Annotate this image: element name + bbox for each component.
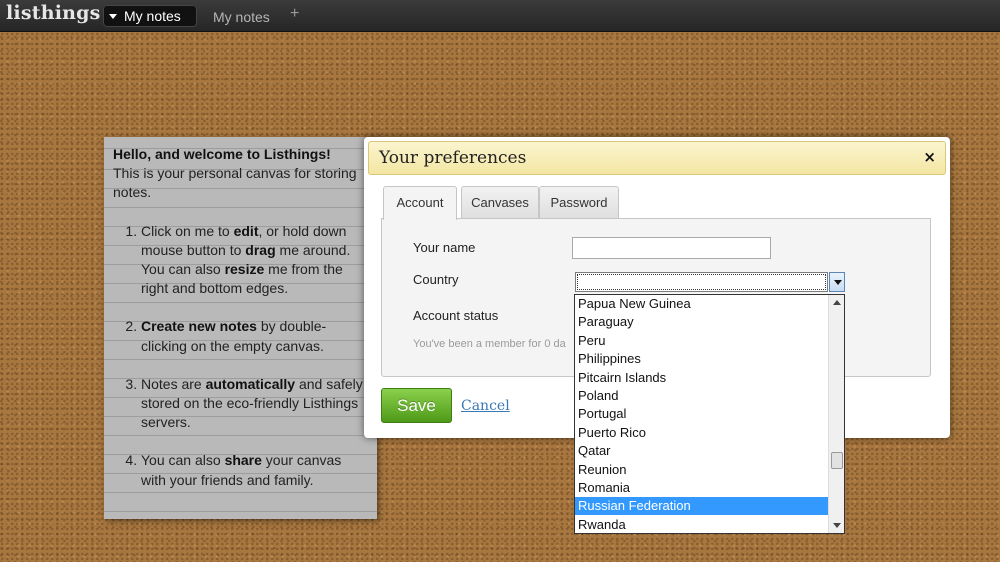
close-icon[interactable]: ×: [923, 148, 936, 166]
note-list-item: You can also share your canvas with your…: [141, 451, 368, 489]
country-option[interactable]: Paraguay: [575, 313, 828, 331]
welcome-note[interactable]: Hello, and welcome to Listhings! This is…: [104, 137, 377, 519]
dropdown-scrollbar[interactable]: [828, 295, 844, 533]
country-option[interactable]: Reunion: [575, 461, 828, 479]
app-logo[interactable]: listhings: [6, 2, 101, 24]
dialog-header: Your preferences ×: [368, 141, 946, 175]
top-bar: listhings My notes My notes +: [0, 0, 1000, 32]
active-canvas-tab[interactable]: My notes: [103, 5, 197, 27]
tab-password[interactable]: Password: [539, 186, 619, 219]
cancel-link[interactable]: Cancel: [461, 398, 510, 414]
note-list-item: Notes are automatically and safely store…: [141, 375, 368, 433]
dialog-title: Your preferences: [379, 148, 527, 168]
country-option[interactable]: Puerto Rico: [575, 424, 828, 442]
country-option[interactable]: Peru: [575, 332, 828, 350]
scroll-up-icon[interactable]: [833, 300, 841, 305]
country-option[interactable]: Philippines: [575, 350, 828, 368]
country-dropdown-list[interactable]: Papua New Guinea Paraguay Peru Philippin…: [574, 294, 845, 534]
membership-text: You've been a member for 0 da: [413, 338, 566, 350]
country-option[interactable]: Portugal: [575, 405, 828, 423]
country-option[interactable]: Papua New Guinea: [575, 295, 828, 313]
country-option[interactable]: Poland: [575, 387, 828, 405]
account-status-label: Account status: [413, 308, 499, 323]
canvas-tab[interactable]: My notes: [213, 9, 270, 25]
caret-down-icon[interactable]: [109, 14, 117, 19]
scrollbar-thumb[interactable]: [831, 452, 843, 469]
name-label: Your name: [413, 240, 476, 255]
country-option[interactable]: Qatar: [575, 442, 828, 460]
note-list: Click on me to edit, or hold down mouse …: [113, 222, 368, 490]
save-button[interactable]: Save: [381, 388, 452, 423]
add-tab-icon[interactable]: +: [290, 5, 299, 23]
country-select[interactable]: [575, 272, 828, 292]
note-list-item: Click on me to edit, or hold down mouse …: [141, 222, 368, 299]
tab-account[interactable]: Account: [383, 186, 457, 220]
country-option[interactable]: Rwanda: [575, 516, 828, 533]
country-option[interactable]: Romania: [575, 479, 828, 497]
tab-canvases[interactable]: Canvases: [461, 186, 539, 219]
scroll-down-icon[interactable]: [833, 523, 841, 528]
country-option[interactable]: Pitcairn Islands: [575, 369, 828, 387]
note-list-item: Create new notes by double-clicking on t…: [141, 317, 368, 355]
active-canvas-tab-label: My notes: [124, 8, 181, 24]
country-option-selected[interactable]: Russian Federation: [575, 497, 828, 516]
note-intro: This is your personal canvas for storing…: [113, 165, 357, 201]
country-label: Country: [413, 272, 459, 287]
note-title: Hello, and welcome to Listhings!: [113, 146, 331, 162]
chevron-down-icon[interactable]: [829, 272, 845, 292]
name-input[interactable]: [572, 237, 771, 259]
